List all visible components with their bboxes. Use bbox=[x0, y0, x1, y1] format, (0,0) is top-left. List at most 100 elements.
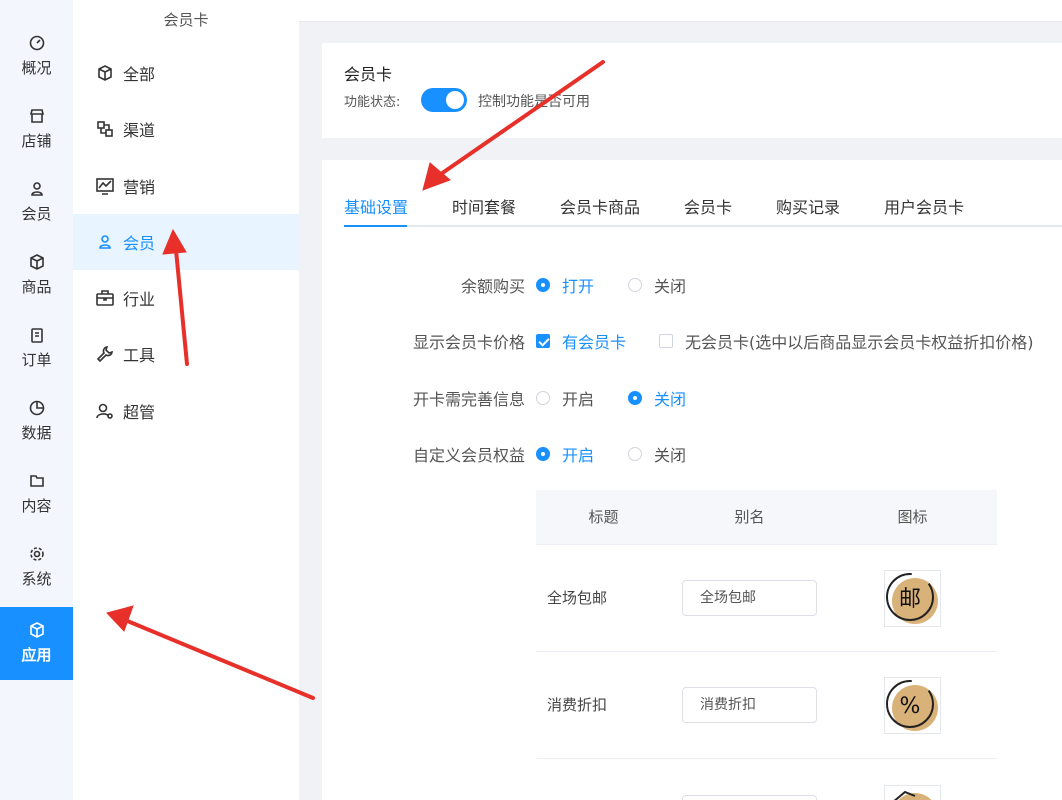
alias-input[interactable]: 全场包邮 bbox=[682, 580, 817, 616]
table-row: 消费折扣 消费折扣 % bbox=[536, 652, 997, 759]
nav-item-label: 数据 bbox=[21, 424, 52, 442]
chart-monitor-icon bbox=[96, 178, 114, 195]
custom-close-radio[interactable]: 关闭 bbox=[628, 442, 686, 466]
icon-glyph: 邮 bbox=[899, 587, 921, 612]
tag-icon bbox=[893, 790, 932, 800]
nav-item-data[interactable]: 数据 bbox=[0, 385, 73, 458]
submenu-title: 会员卡 bbox=[163, 11, 209, 29]
top-bar bbox=[299, 0, 1062, 22]
table-row: 全场包邮 全场包邮 邮 bbox=[536, 545, 997, 652]
clipboard-icon bbox=[30, 328, 43, 343]
submenu-item-label: 营销 bbox=[123, 178, 156, 197]
nav-item-label: 概况 bbox=[21, 59, 52, 77]
sub-menu: 会员卡 全部 渠道 营销 会员 行业 工具 超管 bbox=[73, 0, 299, 800]
discount-icon: % bbox=[886, 680, 938, 731]
has-card-checkbox[interactable]: 有会员卡 bbox=[536, 329, 626, 353]
tab-bar: 基础设置 时间套餐 会员卡商品 会员卡 购买记录 用户会员卡 bbox=[344, 180, 1062, 227]
nav-item-system[interactable]: 系统 bbox=[0, 531, 73, 604]
store-icon bbox=[29, 109, 44, 123]
feature-status-toggle[interactable] bbox=[421, 88, 467, 112]
column-header-alias: 别名 bbox=[734, 508, 765, 526]
radio-checked bbox=[536, 447, 550, 461]
complete-info-label: 开卡需完善信息 bbox=[412, 390, 525, 409]
tab-member-card[interactable]: 会员卡 bbox=[684, 194, 732, 218]
submenu-item-tools[interactable]: 工具 bbox=[73, 326, 299, 382]
gear-icon bbox=[29, 547, 44, 561]
radio-unchecked bbox=[628, 278, 642, 292]
nav-item-goods[interactable]: 商品 bbox=[0, 239, 73, 312]
custom-benefits-label: 自定义会员权益 bbox=[412, 446, 525, 465]
nav-item-content[interactable]: 内容 bbox=[0, 458, 73, 531]
alias-input[interactable] bbox=[682, 795, 817, 800]
dashboard-icon bbox=[29, 35, 44, 51]
submenu-item-label: 全部 bbox=[123, 65, 156, 84]
submenu-item-label: 行业 bbox=[123, 290, 156, 309]
nav-item-overview[interactable]: 概况 bbox=[0, 20, 73, 93]
submenu-item-channel[interactable]: 渠道 bbox=[73, 101, 299, 157]
balance-open-radio[interactable]: 打开 bbox=[536, 273, 594, 297]
table-header: 标题 别名 图标 bbox=[536, 490, 997, 545]
submenu-item-all[interactable]: 全部 bbox=[73, 45, 299, 101]
option-label: 有会员卡 bbox=[562, 333, 627, 352]
info-close-radio[interactable]: 关闭 bbox=[628, 386, 686, 410]
option-label: 开启 bbox=[562, 446, 595, 465]
submenu-item-label: 渠道 bbox=[123, 121, 156, 140]
balance-purchase-label: 余额购买 bbox=[460, 277, 525, 296]
tab-card-goods[interactable]: 会员卡商品 bbox=[560, 194, 640, 218]
box-icon bbox=[29, 254, 44, 270]
settings-card: 基础设置 时间套餐 会员卡商品 会员卡 购买记录 用户会员卡 余额购买 打开 关… bbox=[322, 160, 1062, 800]
tab-basic-settings[interactable]: 基础设置 bbox=[344, 194, 408, 218]
option-label: 无会员卡(选中以后商品显示会员卡权益折扣价格) bbox=[685, 333, 1034, 352]
status-description: 控制功能是否可用 bbox=[478, 94, 590, 110]
custom-open-radio[interactable]: 开启 bbox=[536, 442, 594, 466]
benefit-icon-upload[interactable]: % bbox=[884, 677, 941, 734]
no-card-checkbox[interactable]: 无会员卡(选中以后商品显示会员卡权益折扣价格) bbox=[659, 329, 1034, 353]
radio-checked bbox=[628, 391, 642, 405]
benefit-icon-upload[interactable] bbox=[884, 785, 941, 800]
active-tab-indicator bbox=[344, 225, 407, 227]
nav-item-label: 内容 bbox=[21, 497, 52, 515]
folder-icon bbox=[29, 475, 44, 487]
pie-icon bbox=[29, 400, 44, 416]
nav-item-label: 店铺 bbox=[21, 132, 52, 150]
icon-glyph: % bbox=[900, 694, 921, 719]
info-open-radio[interactable]: 开启 bbox=[536, 386, 594, 410]
table-row bbox=[536, 759, 997, 800]
submenu-item-label: 超管 bbox=[123, 403, 156, 422]
submenu-item-label: 会员 bbox=[123, 234, 156, 253]
show-price-label: 显示会员卡价格 bbox=[412, 333, 525, 352]
benefit-icon-upload[interactable]: 邮 bbox=[884, 570, 941, 627]
checkbox-checked bbox=[536, 334, 550, 348]
submenu-item-admin[interactable]: 超管 bbox=[73, 383, 299, 439]
alias-input[interactable]: 消费折扣 bbox=[682, 687, 817, 723]
nav-item-label: 订单 bbox=[21, 351, 52, 369]
status-label: 功能状态: bbox=[344, 95, 401, 110]
cube-icon bbox=[98, 65, 112, 81]
option-label: 关闭 bbox=[654, 390, 687, 409]
nav-item-order[interactable]: 订单 bbox=[0, 312, 73, 385]
submenu-item-label: 工具 bbox=[123, 346, 156, 365]
user-icon bbox=[30, 182, 43, 196]
submenu-item-industry[interactable]: 行业 bbox=[73, 270, 299, 326]
page-title: 会员卡 bbox=[344, 65, 393, 84]
nav-item-apps[interactable]: 应用 bbox=[0, 607, 73, 680]
wrench-icon bbox=[96, 346, 113, 363]
benefits-table: 标题 别名 图标 全场包邮 全场包邮 邮 消费折扣 消费折扣 % bbox=[536, 490, 997, 800]
option-label: 开启 bbox=[562, 390, 595, 409]
main-nav: 概况 店铺 会员 商品 订单 数据 内容 系统 应用 bbox=[0, 0, 73, 800]
nav-item-member[interactable]: 会员 bbox=[0, 166, 73, 239]
tab-user-cards[interactable]: 用户会员卡 bbox=[884, 194, 964, 218]
nav-item-label: 应用 bbox=[21, 646, 52, 664]
option-label: 关闭 bbox=[654, 277, 687, 296]
row-title: 消费折扣 bbox=[547, 696, 608, 714]
radio-unchecked bbox=[536, 391, 550, 405]
submenu-item-marketing[interactable]: 营销 bbox=[73, 158, 299, 214]
nav-item-store[interactable]: 店铺 bbox=[0, 93, 73, 166]
column-header-icon: 图标 bbox=[897, 508, 928, 526]
tab-purchase-records[interactable]: 购买记录 bbox=[776, 194, 840, 218]
submenu-item-member[interactable]: 会员 bbox=[73, 214, 299, 270]
balance-close-radio[interactable]: 关闭 bbox=[628, 273, 686, 297]
tab-time-package[interactable]: 时间套餐 bbox=[452, 194, 516, 218]
toggle-knob bbox=[446, 91, 464, 109]
briefcase-icon bbox=[96, 290, 114, 306]
